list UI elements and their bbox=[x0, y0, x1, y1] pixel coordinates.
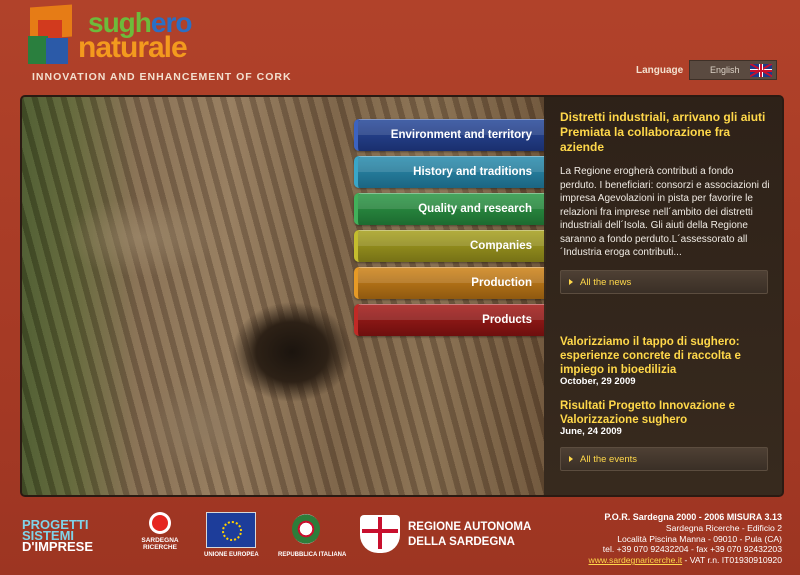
news-body: La Regione erogherà contributi a fondo p… bbox=[560, 166, 770, 258]
event-date: June, 24 2009 bbox=[560, 426, 622, 437]
partner-logos: PROGETTI SISTEMI D'IMPRESE SARDEGNA RICE… bbox=[0, 512, 560, 562]
nav-environment-territory[interactable]: Environment and territory bbox=[354, 119, 546, 151]
italian-republic-emblem-icon[interactable] bbox=[292, 514, 320, 544]
unione-europea-label: UNIONE EUROPEA bbox=[204, 552, 259, 558]
regione-sardegna-label: REGIONE AUTONOMA DELLA SARDEGNA bbox=[408, 521, 532, 548]
nav-history-traditions[interactable]: History and traditions bbox=[354, 156, 546, 188]
sardegna-ricerche-logo[interactable]: SARDEGNA RICERCHE bbox=[136, 512, 184, 551]
language-value: English bbox=[710, 65, 740, 75]
nav-quality-research[interactable]: Quality and research bbox=[354, 193, 546, 225]
nav-products[interactable]: Products bbox=[354, 304, 546, 336]
all-events-label: All the events bbox=[580, 453, 638, 465]
event-title[interactable]: Risultati Progetto Innovazione e Valoriz… bbox=[560, 399, 770, 427]
language-label: Language bbox=[636, 65, 684, 76]
event-title[interactable]: Valorizziamo il tappo di sughero: esperi… bbox=[560, 335, 770, 377]
sun-icon bbox=[149, 512, 171, 534]
uk-flag-icon bbox=[750, 64, 772, 77]
all-events-button[interactable]: All the events bbox=[560, 447, 768, 471]
arrow-right-icon bbox=[569, 456, 573, 462]
all-news-label: All the news bbox=[580, 276, 632, 288]
progetti-sistemi-logo[interactable]: PROGETTI SISTEMI D'IMPRESE bbox=[22, 518, 93, 553]
arrow-right-icon bbox=[569, 279, 573, 285]
nav-companies[interactable]: Companies bbox=[354, 230, 546, 262]
logo-mark bbox=[28, 4, 72, 64]
website-link[interactable]: www.sardegnaricerche.it bbox=[589, 555, 683, 565]
nav-production[interactable]: Production bbox=[354, 267, 546, 299]
repubblica-italiana-label: REPUBBLICA ITALIANA bbox=[278, 552, 347, 558]
main-navigation: Environment and territory History and tr… bbox=[354, 119, 546, 341]
contact-info: P.O.R. Sardegna 2000 - 2006 MISURA 3.13 … bbox=[588, 512, 782, 566]
event-date: October, 29 2009 bbox=[560, 376, 636, 387]
news-headline[interactable]: Distretti industriali, arrivano gli aiut… bbox=[560, 110, 770, 155]
site-tagline: INNOVATION AND ENHANCEMENT OF CORK bbox=[32, 71, 292, 83]
all-news-button[interactable]: All the news bbox=[560, 270, 768, 294]
logo-text-bottom: naturale bbox=[78, 31, 188, 64]
news-sidebar: Distretti industriali, arrivano gli aiut… bbox=[544, 97, 782, 495]
main-panel: Environment and territory History and tr… bbox=[20, 95, 784, 497]
eu-flag-icon[interactable] bbox=[206, 512, 256, 548]
language-select[interactable]: English bbox=[689, 60, 777, 80]
sardinia-shield-icon[interactable] bbox=[360, 515, 400, 553]
